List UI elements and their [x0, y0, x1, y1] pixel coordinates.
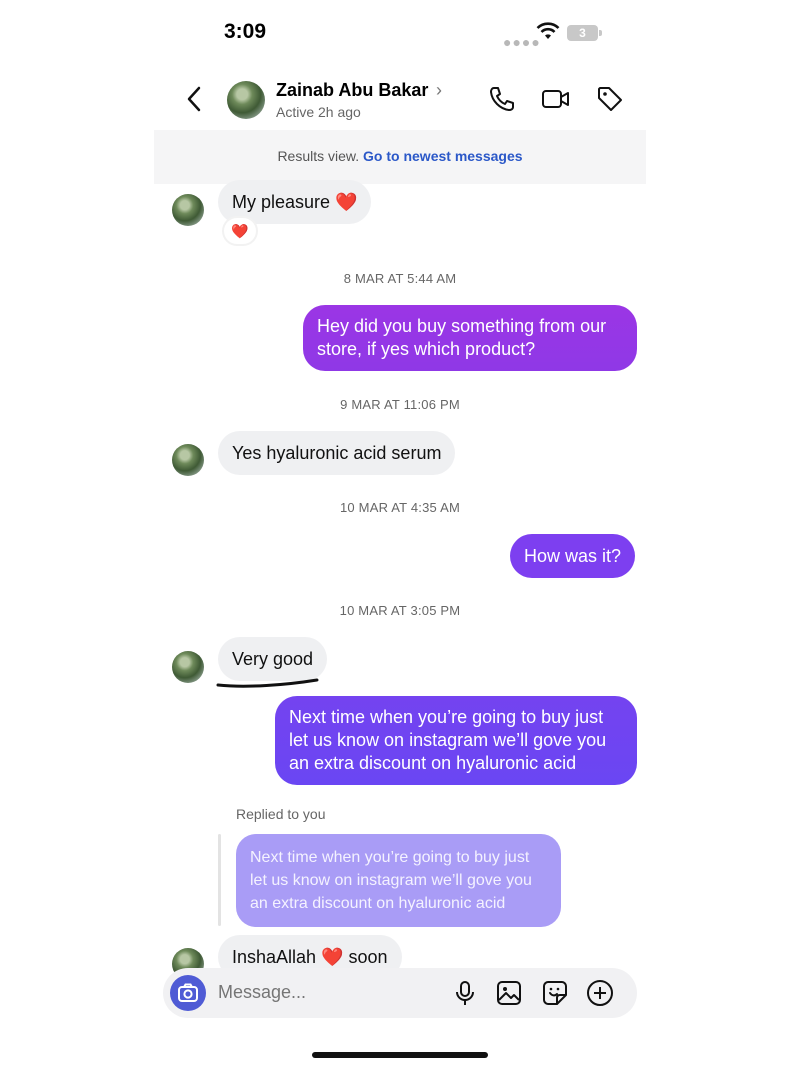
home-indicator	[312, 1052, 488, 1058]
message-text: soon	[348, 947, 388, 967]
quoted-line: let us know on instagram we’ll gove you	[250, 872, 532, 889]
quoted-line: an extra discount on hyaluronic acid	[250, 895, 506, 912]
incoming-message[interactable]: Yes hyaluronic acid serum	[218, 431, 456, 475]
outgoing-message[interactable]: Next time when you’re going to buy just …	[275, 696, 637, 785]
go-to-newest-link[interactable]: Go to newest messages	[363, 148, 523, 164]
replied-to-label: Replied to you	[236, 806, 326, 822]
message-line: an extra discount on hyaluronic acid	[289, 753, 577, 773]
message-line: let us know on instagram we’ll gove you	[289, 730, 607, 750]
contact-avatar[interactable]	[227, 81, 265, 119]
sender-avatar	[172, 194, 204, 226]
contact-name[interactable]: Zainab Abu Bakar	[276, 80, 428, 101]
message-text: How was it?	[524, 546, 622, 566]
incoming-message[interactable]: Very good	[218, 637, 328, 681]
timestamp: 9 MAR AT 11:06 PM	[340, 397, 460, 412]
quoted-message[interactable]: Next time when you’re going to buy just …	[236, 834, 561, 927]
camera-icon	[178, 983, 198, 1002]
outgoing-message[interactable]: How was it?	[510, 534, 636, 578]
handwritten-underline	[216, 678, 319, 688]
timestamp: 10 MAR AT 4:35 AM	[340, 500, 460, 515]
status-time: 3:09	[224, 20, 267, 43]
wifi-icon	[536, 22, 560, 39]
battery-icon: 3	[567, 25, 598, 41]
microphone-icon[interactable]	[450, 978, 480, 1008]
battery-cap	[599, 30, 602, 36]
reply-indicator-bar	[218, 834, 221, 926]
message-line: Hey did you buy something from our	[317, 316, 607, 336]
phone-icon[interactable]	[487, 84, 517, 114]
message-line: Next time when you’re going to buy just	[289, 707, 604, 727]
timestamp: 8 MAR AT 5:44 AM	[343, 271, 457, 286]
camera-button[interactable]	[170, 975, 206, 1011]
sender-avatar	[172, 444, 204, 476]
add-icon[interactable]	[585, 978, 615, 1008]
heart-reaction-icon[interactable]: ❤️	[224, 218, 256, 244]
results-view-text: Results view. Go to newest messages	[154, 148, 646, 164]
message-text: Yes hyaluronic acid serum	[232, 443, 442, 463]
video-call-icon[interactable]	[541, 84, 571, 114]
sticker-icon[interactable]	[540, 978, 570, 1008]
back-icon[interactable]	[178, 82, 212, 116]
chevron-right-icon[interactable]: ›	[436, 80, 442, 101]
message-composer	[163, 968, 637, 1018]
heart-emoji: ❤️	[335, 192, 358, 212]
results-view-bar: Results view. Go to newest messages	[154, 130, 646, 184]
message-input[interactable]	[218, 982, 428, 1003]
results-view-label: Results view.	[277, 148, 360, 164]
message-text: InshaAllah	[232, 947, 317, 967]
heart-emoji: ❤️	[321, 947, 344, 967]
tag-icon[interactable]	[595, 84, 625, 114]
timestamp: 10 MAR AT 3:05 PM	[339, 603, 461, 618]
message-text: Very good	[232, 649, 314, 669]
sender-avatar	[172, 651, 204, 683]
outgoing-message[interactable]: Hey did you buy something from our store…	[303, 305, 637, 371]
message-text: My pleasure	[232, 192, 331, 212]
active-status: Active 2h ago	[276, 104, 361, 120]
quoted-line: Next time when you’re going to buy just	[250, 849, 530, 866]
message-line: store, if yes which product?	[317, 339, 536, 359]
gallery-icon[interactable]	[494, 978, 524, 1008]
